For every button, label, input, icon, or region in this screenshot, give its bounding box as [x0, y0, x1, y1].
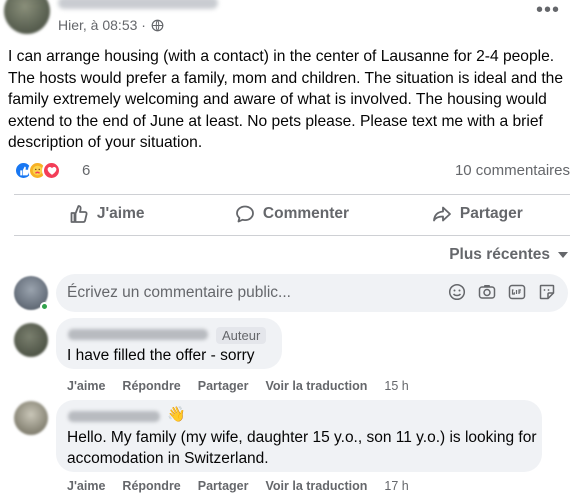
comment-share-link[interactable]: Partager — [198, 479, 249, 493]
author-name-redacted[interactable] — [58, 0, 218, 9]
comment-reply-link[interactable]: Répondre — [122, 379, 180, 393]
reaction-count[interactable]: 6 — [82, 162, 90, 179]
commenter-name-redacted[interactable] — [68, 411, 160, 423]
author-badge: Auteur — [216, 327, 267, 344]
comment-bubble: Auteur I have filled the offer - sorry — [56, 318, 282, 369]
comment-time[interactable]: 15 h — [384, 379, 408, 393]
commenter-avatar[interactable] — [14, 401, 48, 435]
thumbs-up-icon — [70, 205, 88, 223]
caret-down-icon — [558, 252, 568, 258]
comment-count[interactable]: 10 commentaires — [455, 162, 570, 179]
like-button-label: J'aime — [96, 205, 145, 222]
comment-reply-link[interactable]: Répondre — [122, 479, 180, 493]
share-button[interactable]: Partager — [385, 195, 570, 233]
comment-text: I have filled the offer - sorry — [67, 347, 255, 364]
comment-button-label: Commenter — [262, 205, 350, 222]
comment-sort-dropdown[interactable]: Plus récentes — [449, 246, 568, 264]
comment-bubble: 👋 Hello. My family (my wife, daughter 15… — [56, 400, 542, 472]
comment-text: Hello. My family (my wife, daughter 15 y… — [67, 429, 537, 467]
post-meta: Hier, à 08:53 · — [58, 17, 164, 33]
speech-bubble-icon — [236, 205, 254, 223]
post-header: Hier, à 08:53 · ••• — [0, 0, 582, 48]
comment-share-link[interactable]: Partager — [198, 379, 249, 393]
comment-translate-link[interactable]: Voir la traduction — [266, 379, 368, 393]
share-arrow-icon — [432, 206, 451, 222]
comment-input-placeholder: Écrivez un commentaire public... — [67, 284, 291, 301]
waving-hand-icon: 👋 — [167, 406, 186, 423]
comment-like-link[interactable]: J'aime — [67, 379, 105, 393]
globe-icon — [151, 19, 164, 31]
share-button-label: Partager — [459, 205, 523, 222]
divider — [14, 235, 570, 236]
composer-tools — [448, 283, 556, 301]
gif-icon[interactable] — [508, 283, 526, 301]
comment-time[interactable]: 17 h — [384, 479, 408, 493]
commenter-name-redacted[interactable] — [68, 329, 208, 341]
comment-input[interactable]: Écrivez un commentaire public... — [56, 274, 568, 312]
comment-translate-link[interactable]: Voir la traduction — [266, 479, 368, 493]
love-reaction-icon — [42, 161, 61, 180]
emoji-icon[interactable] — [448, 283, 466, 301]
comment-button[interactable]: Commenter — [199, 195, 384, 233]
camera-icon[interactable] — [478, 283, 496, 301]
post-timestamp[interactable]: Hier, à 08:53 · — [58, 17, 146, 33]
comment-like-link[interactable]: J'aime — [67, 479, 105, 493]
sticker-icon[interactable] — [538, 283, 556, 301]
sort-label: Plus récentes — [449, 246, 550, 263]
comment-actions: J'aime Répondre Partager Voir la traduct… — [67, 479, 409, 493]
post-body-text: I can arrange housing (with a contact) i… — [8, 48, 564, 151]
comment-actions: J'aime Répondre Partager Voir la traduct… — [67, 379, 409, 393]
more-options-button[interactable]: ••• — [536, 0, 560, 20]
online-status-icon — [40, 302, 49, 311]
reactions-summary: 6 10 commentaires — [14, 159, 570, 183]
post-action-bar: J'aime Commenter Partager — [14, 195, 570, 233]
reaction-icons[interactable] — [14, 161, 78, 181]
author-avatar[interactable] — [4, 0, 50, 34]
commenter-avatar[interactable] — [14, 323, 48, 357]
like-button[interactable]: J'aime — [14, 195, 199, 233]
